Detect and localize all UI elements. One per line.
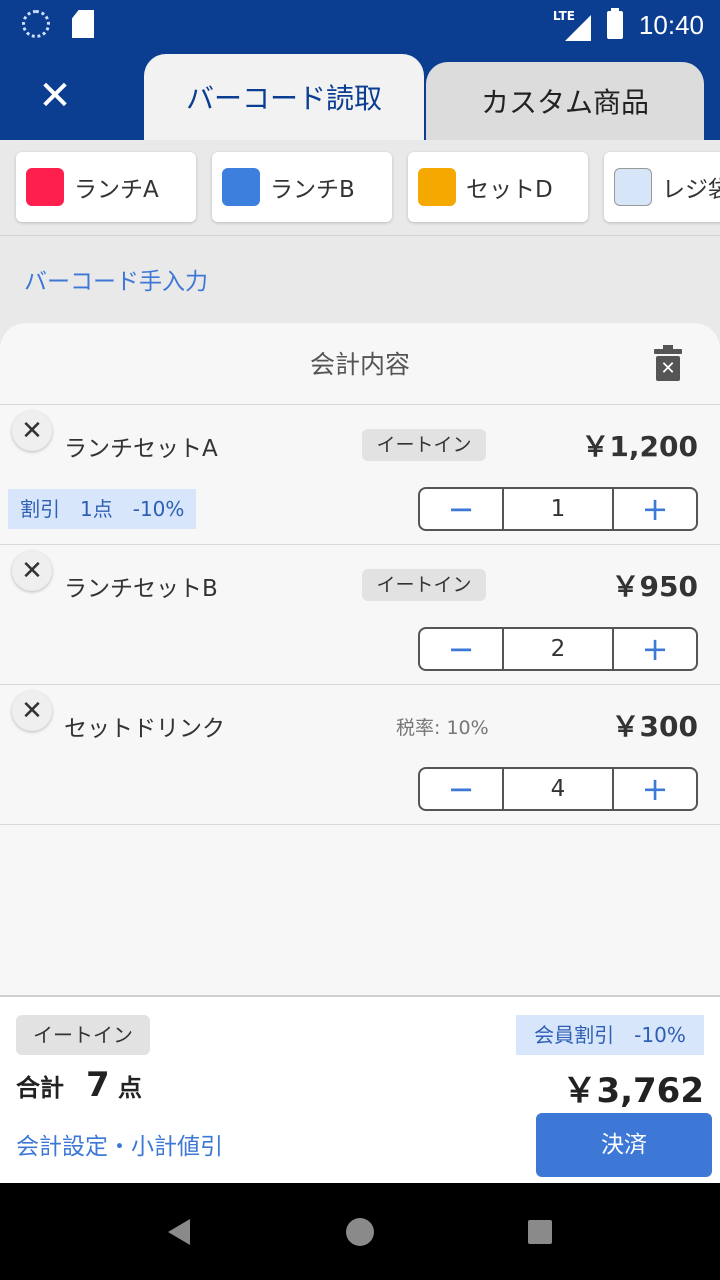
tax-rate-note: 税率: 10% — [396, 717, 489, 739]
color-swatch — [26, 168, 64, 206]
sync-icon — [22, 10, 50, 38]
remove-item-button[interactable]: ✕ — [12, 691, 52, 731]
quick-item-label: セットD — [466, 177, 553, 203]
manual-barcode-entry-link[interactable]: バーコード手入力 — [24, 262, 208, 296]
remove-item-button[interactable]: ✕ — [12, 551, 52, 591]
item-name: ランチセットA — [64, 436, 218, 462]
sd-card-icon — [72, 10, 94, 38]
eat-in-badge: イートイン — [362, 569, 486, 601]
home-icon[interactable] — [346, 1218, 374, 1246]
quick-item-lunch-a[interactable]: ランチA — [16, 152, 196, 222]
sheet-title: 会計内容 — [309, 350, 410, 379]
quick-item-lunch-b[interactable]: ランチB — [212, 152, 392, 222]
eat-in-badge: イートイン — [362, 429, 486, 461]
color-swatch — [222, 168, 260, 206]
item-name: セットドリンク — [64, 716, 225, 742]
eat-in-toggle[interactable]: イートイン — [16, 1015, 150, 1055]
recent-apps-icon[interactable] — [528, 1220, 552, 1244]
increment-button[interactable]: + — [614, 769, 696, 809]
quantity-value: 2 — [502, 629, 614, 669]
item-price: ￥300 — [611, 710, 698, 743]
quick-item-label: レジ袋 — [662, 177, 720, 203]
status-bar: LTE 10:40 — [0, 0, 720, 50]
decrement-button[interactable]: − — [420, 629, 502, 669]
close-button[interactable]: ✕ — [30, 76, 80, 116]
quick-item-label: ランチB — [270, 177, 355, 203]
clock: 10:40 — [638, 9, 704, 40]
quantity-stepper: − 4 + — [418, 767, 698, 811]
checkout-footer: イートイン 会員割引 -10% 合計 7 点 ￥3,762 会計設定・小計値引 … — [0, 995, 720, 1183]
tab-barcode-scan[interactable]: バーコード読取 — [144, 54, 424, 140]
quick-item-set-d[interactable]: セットD — [408, 152, 588, 222]
quick-item-label: ランチA — [74, 177, 159, 203]
decrement-button[interactable]: − — [420, 769, 502, 809]
remove-item-button[interactable]: ✕ — [12, 411, 52, 451]
color-swatch — [418, 168, 456, 206]
battery-icon — [606, 8, 623, 39]
member-discount-badge: 会員割引 -10% — [516, 1015, 704, 1055]
signal-icon: LTE — [553, 9, 591, 41]
item-discount-badge: 割引 1点 -10% — [8, 489, 197, 529]
quantity-stepper: − 2 + — [418, 627, 698, 671]
checkout-settings-link[interactable]: 会計設定・小計値引 — [16, 1127, 223, 1161]
item-price: ￥1,200 — [581, 430, 698, 463]
quantity-value: 1 — [502, 489, 614, 529]
cart-item: ✕ ランチセットB イートイン ￥950 − 2 + — [0, 545, 720, 685]
item-count: 7 — [86, 1065, 110, 1105]
quick-item-bar: ランチA ランチB セットD レジ袋 — [0, 140, 720, 236]
total-amount: ￥3,762 — [562, 1071, 704, 1111]
increment-button[interactable]: + — [614, 489, 696, 529]
decrement-button[interactable]: − — [420, 489, 502, 529]
quantity-stepper: − 1 + — [418, 487, 698, 531]
trash-icon[interactable]: ✕ — [654, 345, 682, 381]
tab-custom-product[interactable]: カスタム商品 — [426, 62, 704, 140]
color-swatch — [614, 168, 652, 206]
quick-item-shopping-bag[interactable]: レジ袋 — [604, 152, 720, 222]
app-header: ✕ バーコード読取 カスタム商品 — [0, 50, 720, 140]
quantity-value: 4 — [502, 769, 614, 809]
total-count: 合計 7 点 — [16, 1065, 142, 1105]
item-name: ランチセットB — [64, 576, 218, 602]
back-icon[interactable] — [168, 1219, 190, 1245]
pay-button[interactable]: 決済 — [536, 1113, 712, 1177]
count-unit: 点 — [118, 1074, 143, 1102]
sheet-header: 会計内容 ✕ — [0, 323, 720, 405]
cart-item: ✕ ランチセットA イートイン ￥1,200 割引 1点 -10% − 1 + — [0, 405, 720, 545]
item-price: ￥950 — [611, 570, 698, 603]
increment-button[interactable]: + — [614, 629, 696, 669]
cart-item: ✕ セットドリンク 税率: 10% ￥300 − 4 + — [0, 685, 720, 825]
total-label: 合計 — [16, 1074, 64, 1102]
system-nav-bar — [0, 1183, 720, 1280]
